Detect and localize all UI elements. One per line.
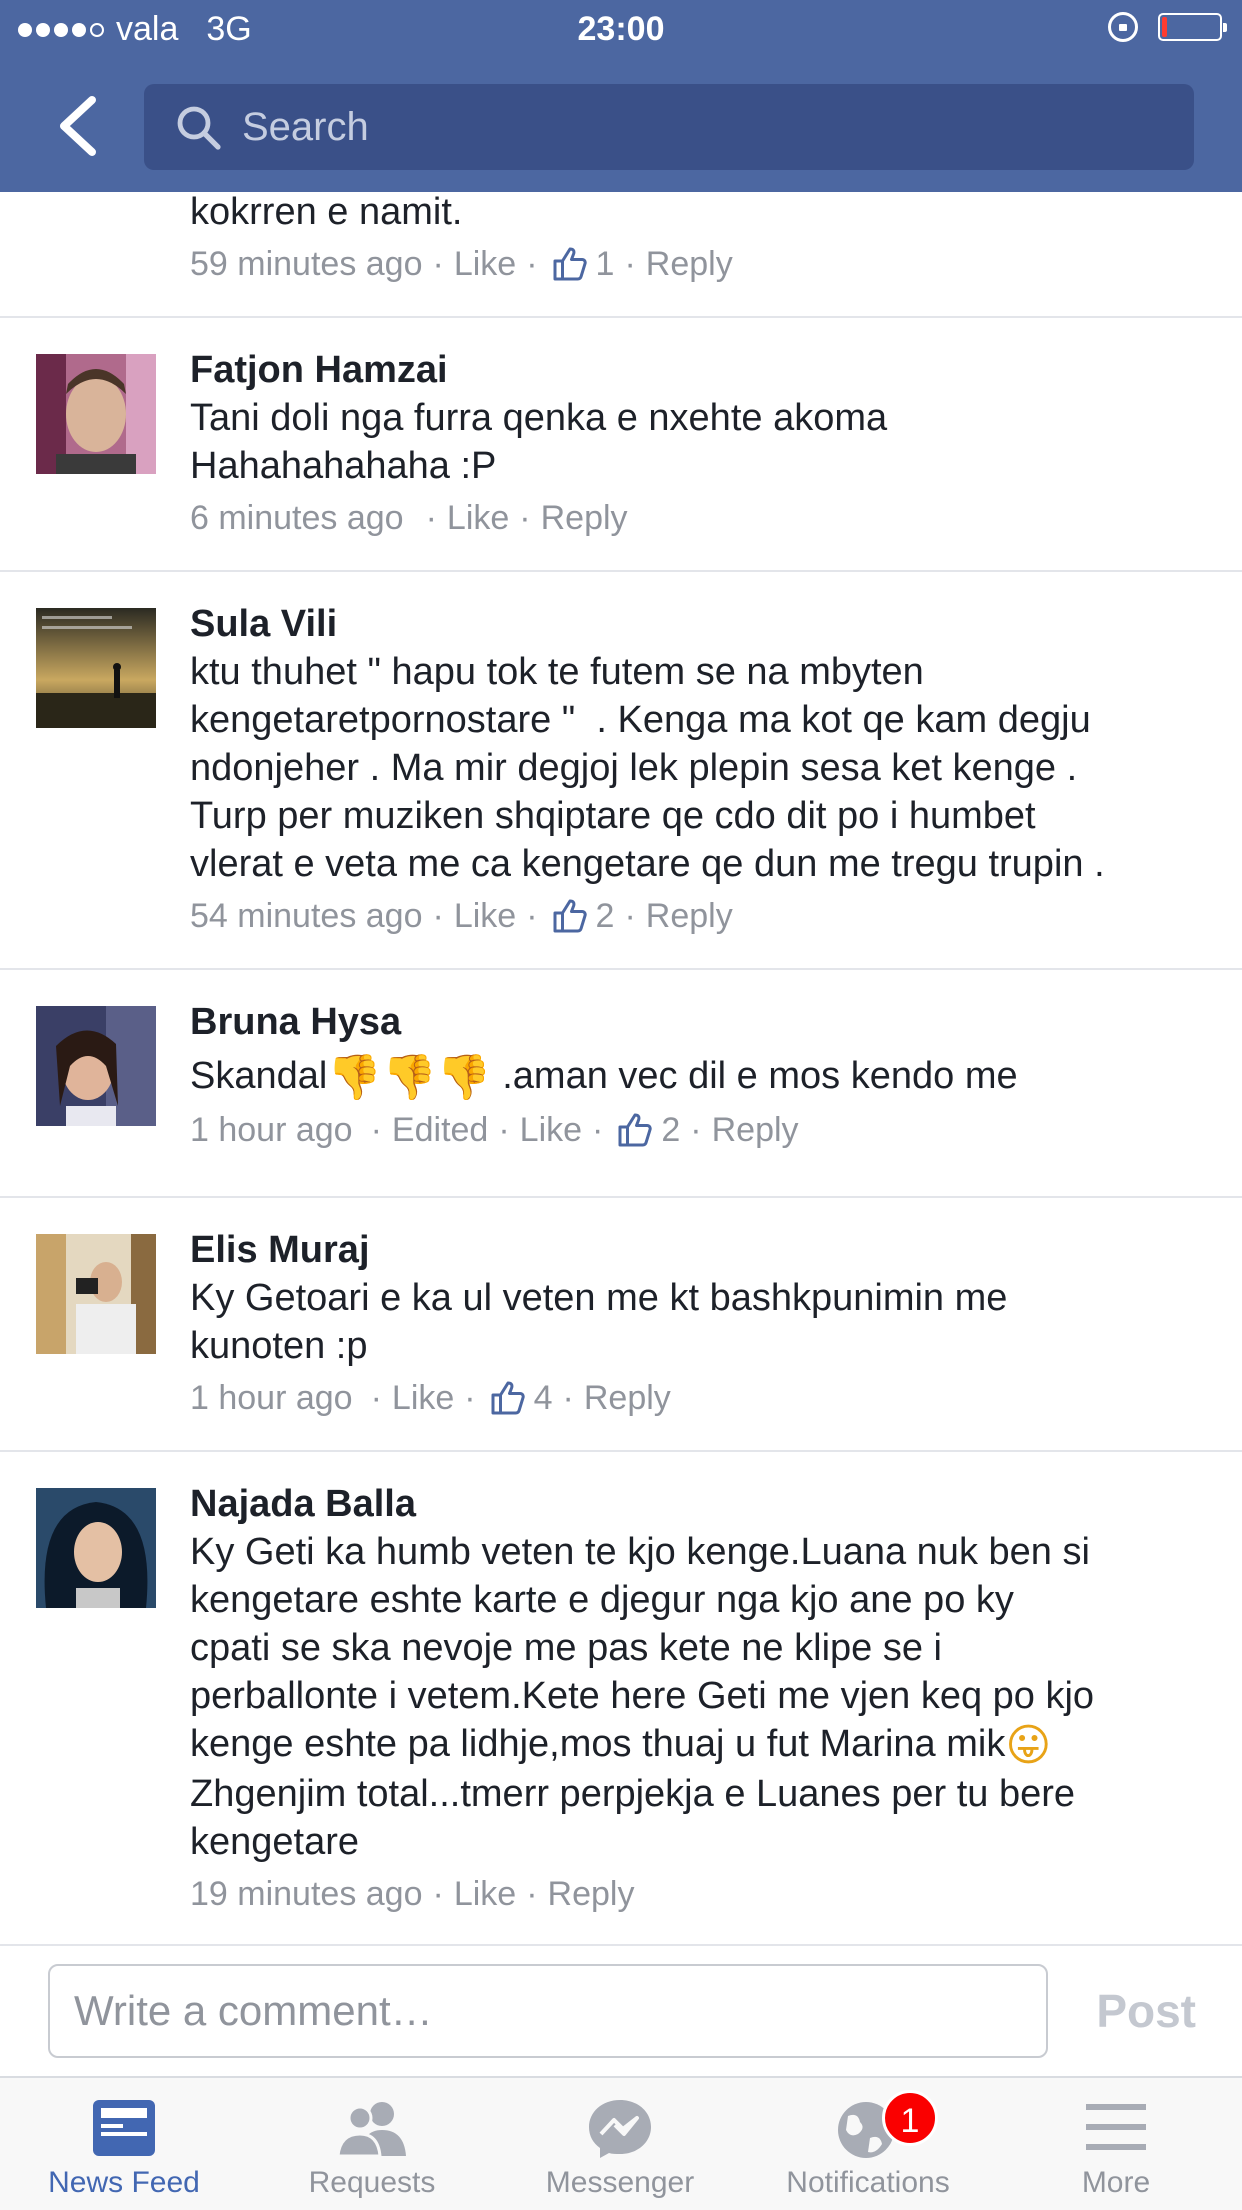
comment-meta: 54 minutes ago · Like · 2 · Reply (190, 892, 1220, 940)
reply-button[interactable]: Reply (548, 1870, 635, 1918)
comment-text-end: Zhgenjim total...tmerr perpjekja e Luane… (190, 1772, 1076, 1863)
comment-timestamp: 59 minutes ago (190, 245, 423, 283)
tab-requests[interactable]: Requests (248, 2078, 496, 2210)
notification-badge: 1 (882, 2090, 938, 2146)
news-feed-icon (93, 2100, 155, 2156)
tongue-emoji-icon: 😛 (1005, 1720, 1052, 1770)
comment-text: kokrren e namit. (190, 192, 463, 233)
thumbs-up-icon (491, 1381, 525, 1415)
commenter-name[interactable]: Bruna Hysa (190, 998, 1220, 1046)
comment-timestamp: 6 minutes ago (190, 499, 404, 537)
avatar[interactable] (36, 354, 156, 474)
comment-text: Ky Geti ka humb veten te kjo kenge.Luana… (190, 1528, 1220, 1866)
comment-meta: 1 hour ago · Like · 4 · Reply (190, 1374, 1220, 1422)
tab-label: Messenger (545, 2166, 695, 2199)
comment-item: kokrren e namit. 59 minutes ago · Like ·… (0, 192, 1242, 318)
tab-label: News Feed (48, 2166, 200, 2199)
tab-label: Notifications (786, 2166, 950, 2199)
like-count: 4 (533, 1379, 553, 1417)
like-count: 2 (661, 1110, 681, 1149)
avatar[interactable] (36, 608, 156, 728)
bottom-tab-bar: News Feed Requests Messenger 1 Notificat… (0, 2076, 1242, 2210)
tab-label: Requests (308, 2166, 436, 2199)
comment-text: ktu thuhet " hapu tok te futem se na mby… (190, 651, 1105, 885)
commenter-name[interactable]: Fatjon Hamzai (190, 346, 1220, 394)
clock: 23:00 (577, 10, 665, 48)
status-bar: vala 3G 23:00 (0, 0, 1242, 62)
tab-label: More (1081, 2166, 1151, 2199)
like-button[interactable]: Like (447, 494, 509, 542)
tab-messenger[interactable]: Messenger (496, 2078, 744, 2210)
avatar[interactable] (36, 1006, 156, 1126)
comments-list[interactable]: kokrren e namit. 59 minutes ago · Like ·… (0, 192, 1242, 1944)
comment-item: Bruna Hysa Skandal👎👎👎 .aman vec dil e mo… (0, 968, 1242, 1198)
comment-meta: 6 minutes ago · Like · Reply (190, 494, 1220, 542)
comment-meta: 19 minutes ago · Like · Reply (190, 1870, 1220, 1918)
avatar[interactable] (36, 1234, 156, 1354)
comment-item: Elis Muraj Ky Getoari e ka ul veten me k… (0, 1196, 1242, 1452)
search-icon (177, 106, 221, 150)
comment-composer: Post (0, 1944, 1242, 2078)
comment-text-end: .aman vec dil e mos kendo me (491, 1055, 1018, 1097)
comment-timestamp: 19 minutes ago (190, 1874, 423, 1913)
battery-icon (1158, 13, 1227, 41)
like-button[interactable]: Like (454, 892, 516, 940)
like-count: 2 (595, 897, 615, 935)
like-button[interactable]: Like (454, 1870, 516, 1918)
comment-timestamp: 1 hour ago (190, 1110, 353, 1149)
comment-text-start: Skandal (190, 1055, 328, 1097)
comment-meta: 1 hour ago · Edited · Like · 2 · Reply (190, 1106, 1220, 1154)
like-button[interactable]: Like (454, 240, 516, 288)
comment-item: Najada Balla Ky Geti ka humb veten te kj… (0, 1450, 1242, 1944)
comment-timestamp: 54 minutes ago (190, 897, 423, 935)
tab-more[interactable]: More (992, 2078, 1240, 2210)
menu-icon (1086, 2104, 1146, 2150)
like-count: 1 (595, 245, 615, 283)
commenter-name[interactable]: Najada Balla (190, 1480, 1220, 1528)
thumbs-up-icon (553, 247, 587, 281)
tab-notifications[interactable]: 1 Notifications (744, 2078, 992, 2210)
comment-text: Skandal👎👎👎 .aman vec dil e mos kendo me (190, 1052, 1220, 1102)
chevron-left-icon (60, 96, 96, 156)
reply-button[interactable]: Reply (646, 240, 733, 288)
reply-button[interactable]: Reply (712, 1106, 799, 1154)
commenter-name[interactable]: Sula Vili (190, 600, 1220, 648)
reply-button[interactable]: Reply (541, 494, 628, 542)
thumbs-up-icon (618, 1113, 653, 1147)
search-bar[interactable] (144, 84, 1194, 170)
comment-input[interactable] (48, 1964, 1048, 2058)
top-navigation-bar (0, 62, 1242, 192)
back-button[interactable] (52, 94, 100, 158)
friend-requests-icon (336, 2102, 406, 2158)
search-input[interactable] (240, 103, 1144, 151)
comment-timestamp: 1 hour ago (190, 1379, 353, 1417)
commenter-name[interactable]: Elis Muraj (190, 1226, 1220, 1274)
reply-button[interactable]: Reply (646, 892, 733, 940)
like-button[interactable]: Like (520, 1106, 582, 1154)
comment-item: Sula Vili ktu thuhet " hapu tok te futem… (0, 570, 1242, 970)
comment-text-main: Ky Geti ka humb veten te kjo kenge.Luana… (190, 1531, 1095, 1765)
tab-news-feed[interactable]: News Feed (0, 2078, 248, 2210)
comment-text: Ky Getoari e ka ul veten me kt bashkpuni… (190, 1277, 1008, 1367)
like-button[interactable]: Like (392, 1374, 454, 1422)
comment-item: Fatjon Hamzai Tani doli nga furra qenka … (0, 316, 1242, 572)
edited-label[interactable]: Edited (392, 1106, 488, 1154)
comment-text: Tani doli nga furra qenka e nxehte akoma… (190, 397, 888, 487)
rotation-lock-icon (1108, 12, 1138, 42)
messenger-icon (589, 2100, 651, 2158)
thumbs-down-emoji-icon: 👎👎👎 (327, 1052, 492, 1102)
comment-meta: 59 minutes ago · Like · 1 · Reply (190, 240, 1220, 288)
avatar[interactable] (36, 1488, 156, 1608)
post-button[interactable]: Post (1096, 1984, 1196, 2038)
reply-button[interactable]: Reply (584, 1374, 671, 1422)
thumbs-up-icon (553, 899, 587, 933)
